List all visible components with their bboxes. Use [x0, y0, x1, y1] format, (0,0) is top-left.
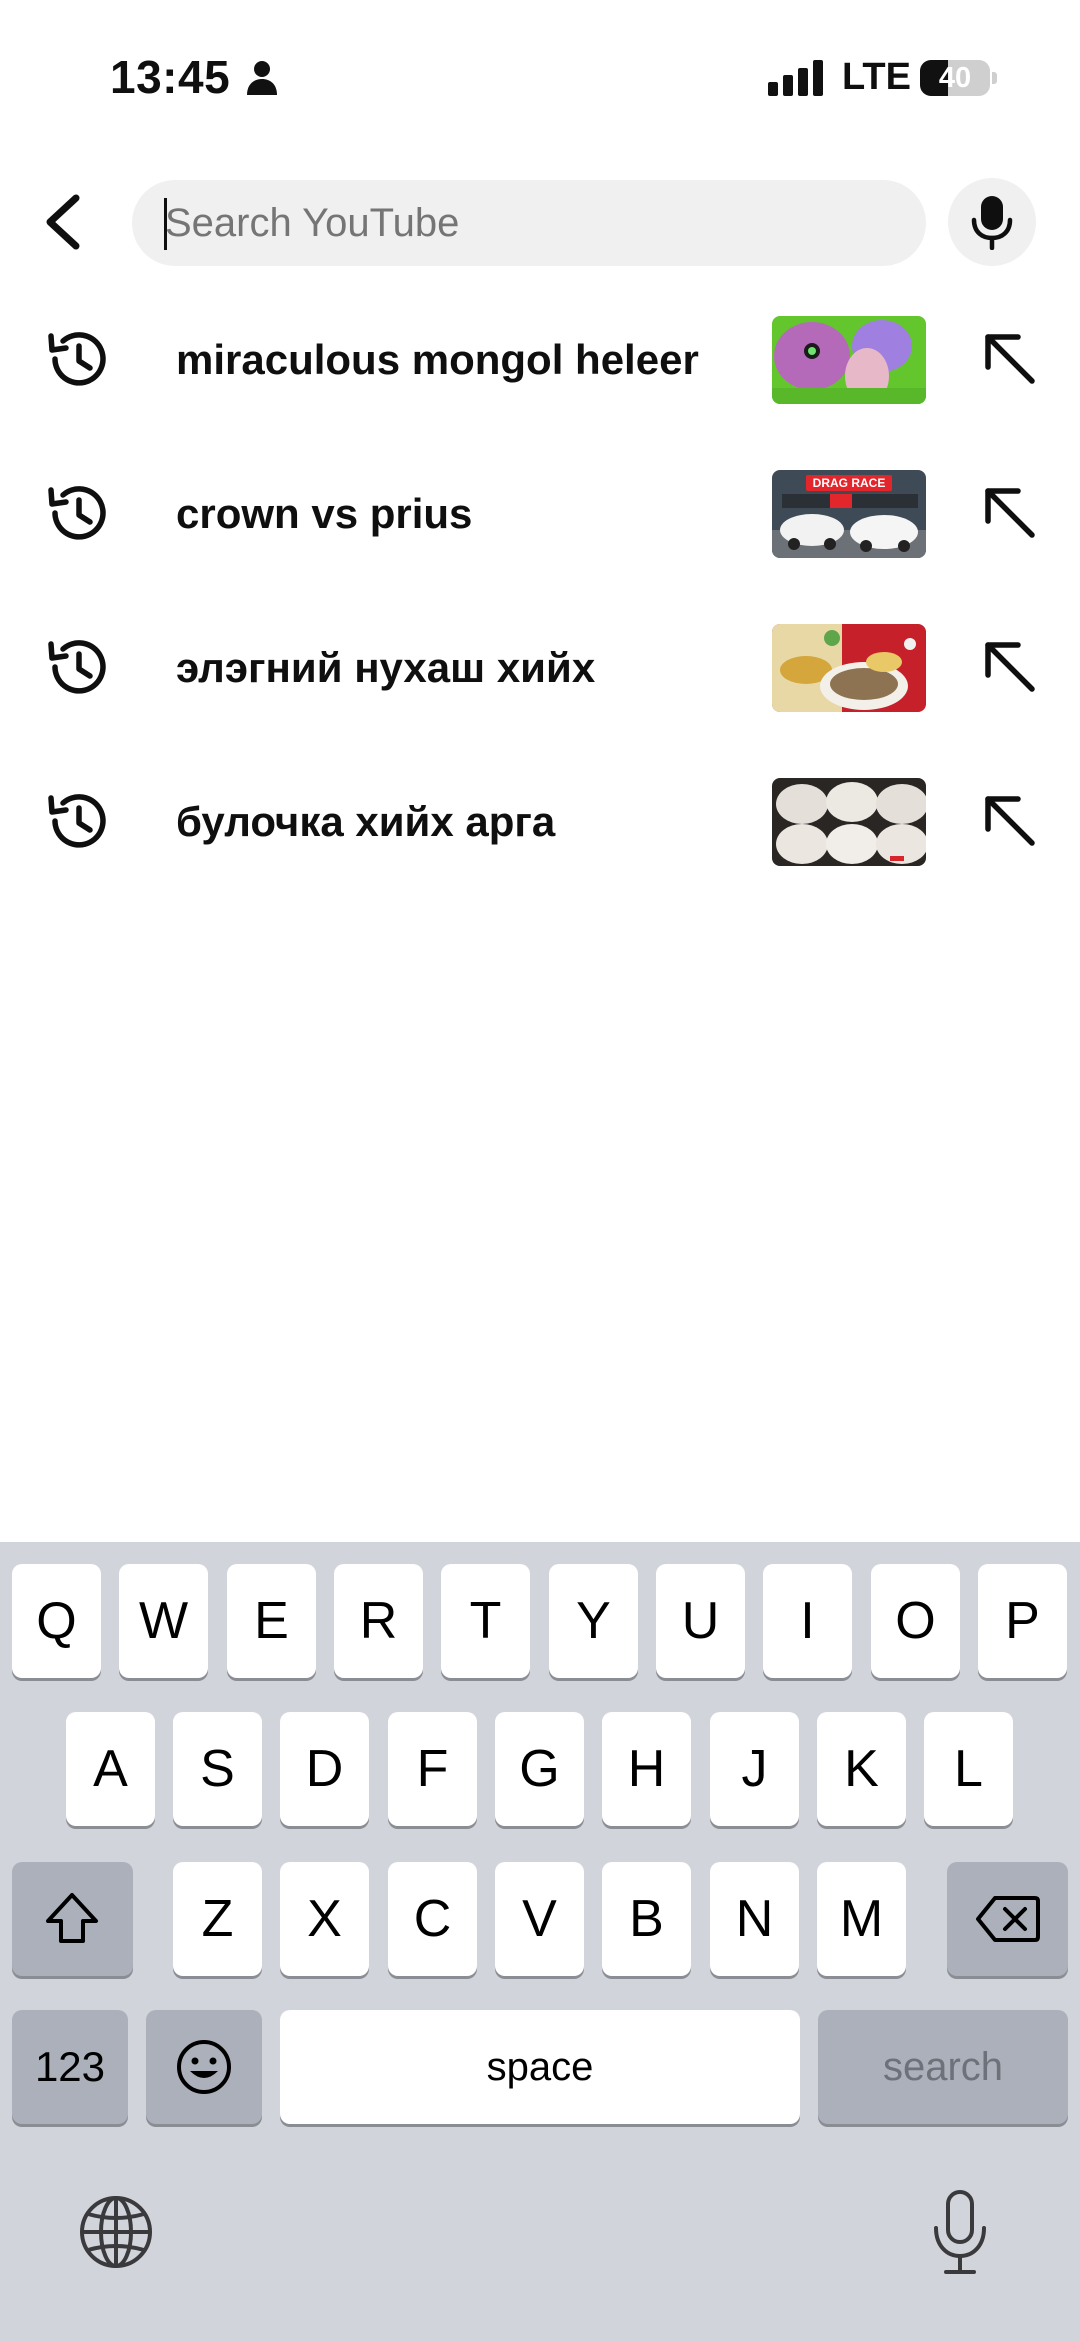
suggestion-item[interactable]: crown vs prius DRAG RACE — [0, 437, 1080, 591]
network-type: LTE — [842, 56, 911, 98]
dictation-microphone-icon[interactable] — [930, 2188, 990, 2278]
key-p[interactable]: P — [978, 1564, 1067, 1678]
key-i[interactable]: I — [763, 1564, 852, 1678]
fill-query-arrow-icon[interactable] — [972, 783, 1048, 859]
key-k[interactable]: K — [817, 1712, 906, 1826]
key-d[interactable]: D — [280, 1712, 369, 1826]
microphone-icon — [971, 196, 1013, 250]
status-bar: 13:45 LTE 40 — [0, 0, 1080, 160]
key-h[interactable]: H — [602, 1712, 691, 1826]
key-w[interactable]: W — [119, 1564, 208, 1678]
history-icon — [48, 640, 106, 694]
drag-race-thumbnail: DRAG RACE — [772, 470, 926, 558]
search-input[interactable] — [165, 180, 885, 266]
miraculous-thumbnail — [772, 316, 926, 404]
pate-thumbnail — [772, 624, 926, 712]
buns-thumbnail — [772, 778, 926, 866]
key-l[interactable]: L — [924, 1712, 1013, 1826]
backspace-icon — [976, 1896, 1040, 1942]
battery-indicator: 40 — [920, 60, 997, 96]
key-g[interactable]: G — [495, 1712, 584, 1826]
suggestion-label: элэгний нухаш хийх — [176, 644, 596, 691]
shift-key[interactable] — [12, 1862, 133, 1976]
history-icon — [48, 332, 106, 386]
key-b[interactable]: B — [602, 1862, 691, 1976]
key-r[interactable]: R — [334, 1564, 423, 1678]
backspace-key[interactable] — [947, 1862, 1068, 1976]
key-m[interactable]: M — [817, 1862, 906, 1976]
history-icon — [48, 486, 106, 540]
key-e[interactable]: E — [227, 1564, 316, 1678]
shift-icon — [46, 1893, 98, 1943]
numbers-key[interactable]: 123 — [12, 2010, 128, 2124]
fill-query-arrow-icon[interactable] — [972, 475, 1048, 551]
key-n[interactable]: N — [710, 1862, 799, 1976]
space-key[interactable]: space — [280, 2010, 800, 2124]
fill-query-arrow-icon[interactable] — [972, 629, 1048, 705]
suggestion-label: crown vs prius — [176, 490, 473, 537]
signal-icon — [768, 60, 823, 96]
emoji-icon — [177, 2040, 231, 2094]
status-time: 13:45 — [110, 51, 231, 103]
battery-level: 40 — [938, 62, 972, 94]
key-t[interactable]: T — [441, 1564, 530, 1678]
key-o[interactable]: O — [871, 1564, 960, 1678]
keyboard: Q W E R T Y U I O P A S D F G H J K L Z … — [0, 1542, 1080, 2342]
suggestion-label: miraculous mongol heleer — [176, 336, 699, 383]
suggestion-item[interactable]: miraculous mongol heleer — [0, 283, 1080, 437]
key-x[interactable]: X — [280, 1862, 369, 1976]
key-u[interactable]: U — [656, 1564, 745, 1678]
key-f[interactable]: F — [388, 1712, 477, 1826]
emoji-key[interactable] — [146, 2010, 262, 2124]
key-z[interactable]: Z — [173, 1862, 262, 1976]
history-icon — [48, 794, 106, 848]
suggestion-item[interactable]: булочка хийх арга — [0, 745, 1080, 899]
fill-query-arrow-icon[interactable] — [972, 321, 1048, 397]
person-icon — [247, 61, 277, 95]
key-c[interactable]: C — [388, 1862, 477, 1976]
key-j[interactable]: J — [710, 1712, 799, 1826]
key-a[interactable]: A — [66, 1712, 155, 1826]
suggestion-item[interactable]: элэгний нухаш хийх — [0, 591, 1080, 745]
globe-icon[interactable] — [76, 2192, 156, 2272]
suggestion-label: булочка хийх арга — [176, 798, 556, 845]
key-q[interactable]: Q — [12, 1564, 101, 1678]
thumbnail-caption: DRAG RACE — [813, 476, 886, 490]
key-y[interactable]: Y — [549, 1564, 638, 1678]
voice-search-button[interactable] — [948, 178, 1036, 266]
search-key[interactable]: search — [818, 2010, 1068, 2124]
back-button[interactable] — [30, 186, 94, 258]
key-v[interactable]: V — [495, 1862, 584, 1976]
key-s[interactable]: S — [173, 1712, 262, 1826]
